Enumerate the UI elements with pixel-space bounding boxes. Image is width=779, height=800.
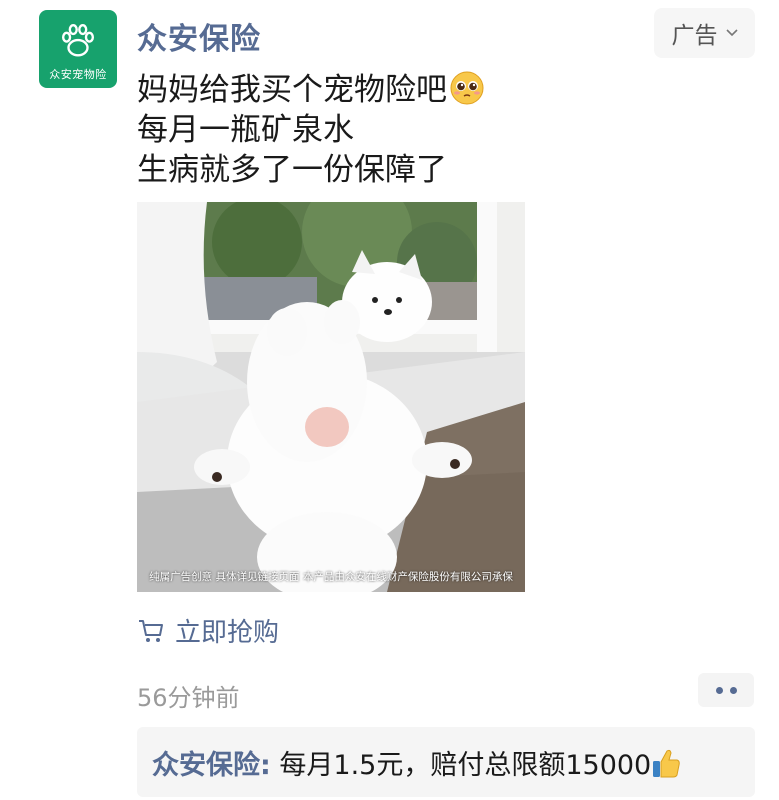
- shopping-cart-icon: [139, 619, 163, 642]
- ad-tag-label: 广告: [671, 23, 718, 49]
- avatar-label: 众安宠物险: [49, 68, 107, 81]
- post-caption: 妈妈给我买个宠物险吧 每月一瓶矿泉水 生病就多了一份保障了: [137, 70, 485, 190]
- post-image[interactable]: 纯属广告创意 具体详见链接页面 本产品由众安在线财产保险股份有限公司承保: [137, 202, 525, 592]
- caption-line: 生病就多了一份保障了: [137, 152, 447, 188]
- ad-tag-button[interactable]: 广告: [654, 8, 755, 58]
- pleading-face-emoji-icon: [450, 71, 484, 105]
- buy-now-link[interactable]: 立即抢购: [137, 612, 279, 649]
- post-time: 56分钟前: [137, 684, 240, 712]
- dot-icon: [729, 686, 737, 694]
- more-actions-button[interactable]: [698, 673, 754, 707]
- account-avatar[interactable]: 众安宠物险: [39, 10, 117, 88]
- comment-text: 每月1.5元，赔付总限额15000: [270, 750, 652, 781]
- caption-line: 每月一瓶矿泉水: [137, 112, 354, 148]
- dot-icon: [715, 686, 723, 694]
- thumbs-up-emoji-icon: [653, 749, 680, 778]
- caption-line: 妈妈给我买个宠物险吧: [137, 70, 485, 110]
- comment-line: 众安保险: 每月1.5元，赔付总限额15000: [152, 743, 681, 782]
- chevron-down-icon: [725, 29, 738, 37]
- comment-box: 众安保险: 每月1.5元，赔付总限额15000: [137, 727, 755, 797]
- buy-now-label: 立即抢购: [175, 618, 280, 648]
- dog-photo-illustration: [137, 202, 525, 592]
- image-disclaimer: 纯属广告创意 具体详见链接页面 本产品由众安在线财产保险股份有限公司承保: [149, 571, 513, 583]
- comment-author[interactable]: 众安保险: [152, 750, 260, 781]
- account-name[interactable]: 众安保险: [137, 14, 261, 58]
- paw-icon: [61, 24, 95, 57]
- comment-separator: :: [260, 750, 271, 781]
